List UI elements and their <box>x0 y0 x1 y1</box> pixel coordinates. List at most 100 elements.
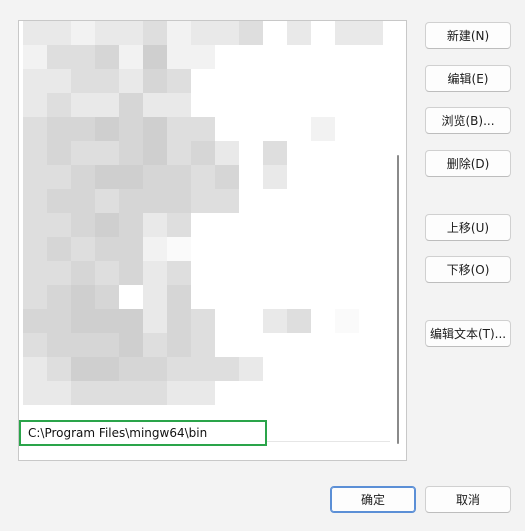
obscured-tile <box>215 261 239 285</box>
obscured-tile <box>359 357 383 381</box>
obscured-tile <box>287 45 311 69</box>
obscured-tile <box>239 381 263 405</box>
obscured-tile <box>95 165 119 189</box>
obscured-tile <box>287 357 311 381</box>
obscured-tile <box>311 21 335 45</box>
move-up-button[interactable]: 上移(U) <box>425 214 511 241</box>
obscured-tile <box>119 117 143 141</box>
obscured-tile <box>239 261 263 285</box>
obscured-tile <box>263 141 287 165</box>
browse-button[interactable]: 浏览(B)... <box>425 107 511 134</box>
obscured-tile <box>311 69 335 93</box>
scrollbar-thumb[interactable] <box>397 155 399 444</box>
obscured-tile <box>23 261 47 285</box>
path-list-panel[interactable]: C:\Program Files\mingw64\bin <box>18 20 407 461</box>
obscured-tile <box>143 21 167 45</box>
obscured-tile <box>191 357 215 381</box>
obscured-tile <box>359 189 383 213</box>
obscured-tile <box>335 189 359 213</box>
obscured-tile <box>167 189 191 213</box>
obscured-tile <box>263 237 287 261</box>
obscured-tile <box>47 357 71 381</box>
obscured-tile <box>119 21 143 45</box>
obscured-tile <box>287 117 311 141</box>
obscured-tile <box>47 237 71 261</box>
obscured-tile <box>359 45 383 69</box>
obscured-tile <box>335 237 359 261</box>
obscured-tile <box>191 213 215 237</box>
obscured-tile <box>95 333 119 357</box>
cancel-button[interactable]: 取消 <box>425 486 511 513</box>
obscured-tile <box>215 93 239 117</box>
obscured-tile <box>359 285 383 309</box>
obscured-tile <box>287 21 311 45</box>
obscured-tile <box>71 333 95 357</box>
obscured-tile <box>71 117 95 141</box>
obscured-tile <box>191 93 215 117</box>
obscured-tile <box>359 261 383 285</box>
obscured-tile <box>359 141 383 165</box>
obscured-tile <box>47 117 71 141</box>
obscured-tile <box>23 309 47 333</box>
obscured-tile <box>311 285 335 309</box>
delete-button[interactable]: 删除(D) <box>425 150 511 177</box>
obscured-tile <box>167 117 191 141</box>
obscured-tile <box>71 189 95 213</box>
obscured-tile <box>335 165 359 189</box>
obscured-tile <box>239 93 263 117</box>
obscured-tile <box>23 213 47 237</box>
obscured-tile <box>71 261 95 285</box>
obscured-tile <box>263 165 287 189</box>
obscured-tile <box>143 69 167 93</box>
obscured-tile <box>311 189 335 213</box>
obscured-tile <box>263 189 287 213</box>
obscured-tile <box>119 141 143 165</box>
obscured-tile <box>335 285 359 309</box>
obscured-tile <box>287 93 311 117</box>
obscured-tile <box>23 21 47 45</box>
obscured-tile <box>239 165 263 189</box>
obscured-tile <box>311 117 335 141</box>
edit-text-button[interactable]: 编辑文本(T)... <box>425 320 511 347</box>
obscured-tile <box>359 309 383 333</box>
obscured-tile <box>239 69 263 93</box>
new-button[interactable]: 新建(N) <box>425 22 511 49</box>
obscured-tile <box>167 69 191 93</box>
obscured-tile <box>143 117 167 141</box>
obscured-tile <box>287 309 311 333</box>
obscured-tile <box>95 117 119 141</box>
selected-path-entry[interactable]: C:\Program Files\mingw64\bin <box>19 420 267 446</box>
obscured-tile <box>263 309 287 333</box>
obscured-tile <box>287 213 311 237</box>
obscured-tile <box>23 93 47 117</box>
obscured-tile <box>143 381 167 405</box>
obscured-tile <box>311 165 335 189</box>
obscured-tile <box>263 21 287 45</box>
obscured-tile <box>263 213 287 237</box>
obscured-tile <box>191 21 215 45</box>
obscured-tile <box>311 237 335 261</box>
edit-button[interactable]: 编辑(E) <box>425 65 511 92</box>
obscured-tile <box>95 357 119 381</box>
obscured-path-entries <box>23 21 383 429</box>
obscured-tile <box>47 21 71 45</box>
obscured-tile <box>95 213 119 237</box>
obscured-tile <box>335 405 359 429</box>
obscured-tile <box>263 333 287 357</box>
obscured-tile <box>215 45 239 69</box>
ok-button[interactable]: 确定 <box>330 486 416 513</box>
obscured-tile <box>287 189 311 213</box>
obscured-tile <box>239 189 263 213</box>
move-down-button[interactable]: 下移(O) <box>425 256 511 283</box>
obscured-tile <box>167 237 191 261</box>
obscured-tile <box>47 93 71 117</box>
vertical-scrollbar[interactable] <box>397 25 400 456</box>
obscured-tile <box>23 165 47 189</box>
obscured-tile <box>311 381 335 405</box>
obscured-tile <box>335 309 359 333</box>
obscured-tile <box>143 309 167 333</box>
obscured-tile <box>119 357 143 381</box>
obscured-tile <box>95 261 119 285</box>
obscured-tile <box>143 261 167 285</box>
obscured-tile <box>119 381 143 405</box>
